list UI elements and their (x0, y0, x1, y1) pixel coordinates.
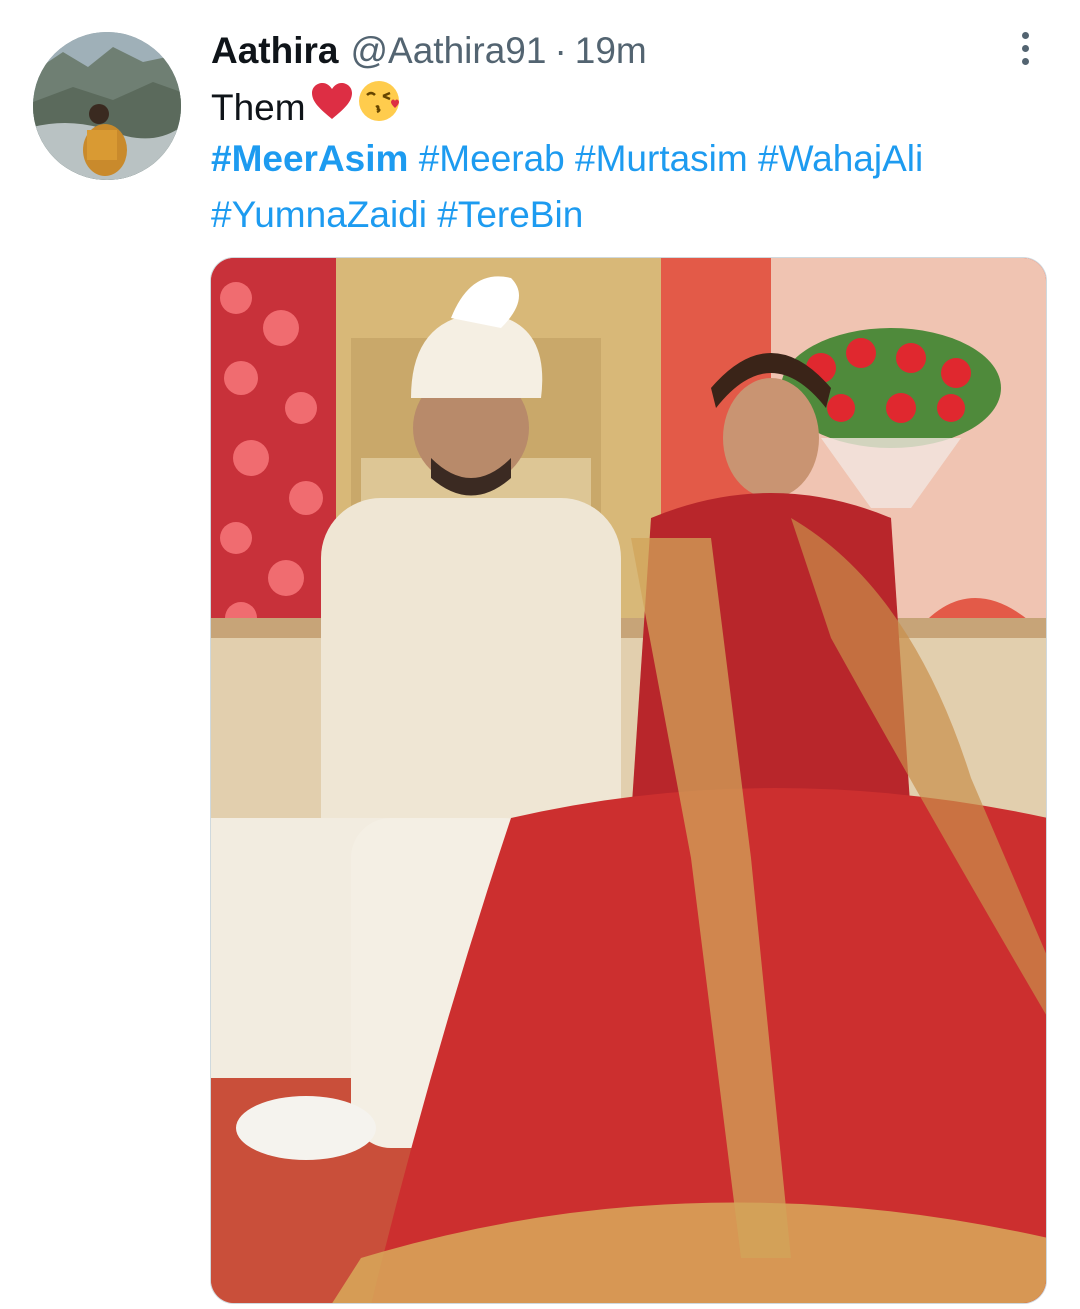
tweet-text-content: Them (211, 87, 306, 128)
hashtag-link[interactable]: #Murtasim (575, 138, 748, 179)
wedding-couple-photo (211, 258, 1046, 1303)
tweet-photo[interactable] (210, 257, 1047, 1304)
avatar[interactable] (33, 32, 181, 180)
hashtag-link[interactable]: #WahajAli (758, 138, 923, 179)
display-name[interactable]: Aathira (211, 26, 338, 76)
tweet[interactable]: Aathira @Aathira91 · 19m Them #MeerAsim … (0, 0, 1080, 1309)
user-handle[interactable]: @Aathira91 (350, 26, 546, 76)
hashtag-link[interactable]: #MeerAsim (211, 138, 408, 179)
face-blowing-kiss-emoji (358, 78, 404, 138)
hashtags-line-2: #YumnaZaidi #TereBin (211, 189, 583, 241)
separator-dot: · (554, 30, 567, 71)
timestamp[interactable]: 19m (575, 26, 647, 76)
tweet-header: Aathira @Aathira91 · 19m (211, 26, 647, 76)
hashtag-link[interactable]: #Meerab (419, 138, 565, 179)
hashtag-link[interactable]: #TereBin (437, 194, 583, 235)
hashtags-line-1: #MeerAsim #Meerab #Murtasim #WahajAli (211, 133, 923, 185)
hashtag-link[interactable]: #YumnaZaidi (211, 194, 427, 235)
tweet-text: Them (211, 78, 404, 138)
more-options-icon[interactable] (1010, 28, 1040, 68)
avatar-image (33, 32, 181, 180)
red-heart-emoji (310, 81, 354, 135)
